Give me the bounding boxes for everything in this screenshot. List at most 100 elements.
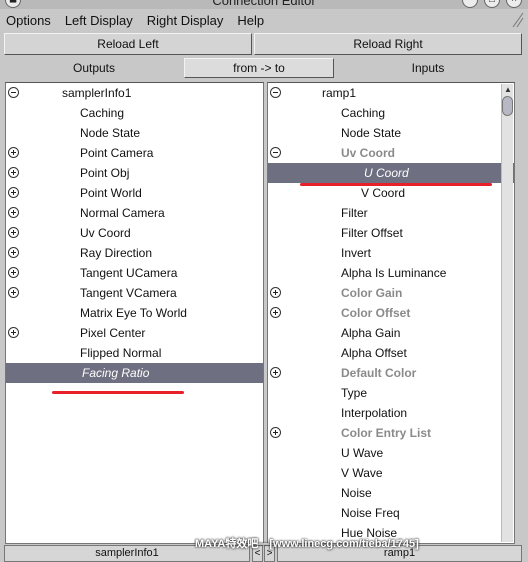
expand-icon[interactable] (270, 287, 281, 298)
right-attr-caching[interactable]: Caching (268, 103, 514, 123)
direction-toggle-button[interactable]: from -> to (184, 58, 334, 78)
reload-left-button[interactable]: Reload Left (4, 33, 252, 55)
right-attr-label: V Wave (341, 466, 383, 480)
right-attr-color-gain[interactable]: Color Gain (268, 283, 514, 303)
collapse-icon[interactable] (8, 87, 19, 98)
right-attr-label: Color Offset (341, 306, 411, 320)
right-attr-label: Color Entry List (341, 426, 432, 440)
left-attr-node-state[interactable]: Node State (6, 123, 263, 143)
expand-icon[interactable] (8, 167, 19, 178)
right-attr-label: Invert (341, 246, 372, 260)
right-node-name: ramp1 (322, 86, 357, 100)
left-attr-flipped-normal[interactable]: Flipped Normal (6, 343, 263, 363)
left-attr-label: Node State (80, 126, 141, 140)
right-attr-filter[interactable]: Filter (268, 203, 514, 223)
right-attr-node-state[interactable]: Node State (268, 123, 514, 143)
left-attr-label: Tangent VCamera (80, 286, 177, 300)
right-attr-color-entry-list[interactable]: Color Entry List (268, 423, 514, 443)
right-attr-label: Default Color (341, 366, 417, 380)
left-attr-ray-direction[interactable]: Ray Direction (6, 243, 263, 263)
left-attr-caching[interactable]: Caching (6, 103, 263, 123)
expand-icon[interactable] (8, 287, 19, 298)
right-attr-interpolation[interactable]: Interpolation (268, 403, 514, 423)
left-attr-uv-coord[interactable]: Uv Coord (6, 223, 263, 243)
menu-options[interactable]: Options (6, 13, 51, 28)
left-attr-label: Uv Coord (80, 226, 131, 240)
expand-icon[interactable] (8, 327, 19, 338)
left-attr-label: Caching (80, 106, 125, 120)
right-attr-label: V Coord (361, 186, 406, 200)
expand-icon[interactable] (8, 187, 19, 198)
reload-button-row: Reload Left Reload Right (4, 33, 522, 55)
expand-icon[interactable] (8, 227, 19, 238)
expand-icon[interactable] (8, 247, 19, 258)
right-node-row[interactable]: ramp1 (268, 83, 514, 103)
reload-right-button[interactable]: Reload Right (254, 33, 522, 55)
menu-left-display[interactable]: Left Display (65, 13, 133, 28)
right-attr-u-wave[interactable]: U Wave (268, 443, 514, 463)
expand-icon[interactable] (270, 427, 281, 438)
left-attr-label: Ray Direction (80, 246, 153, 260)
right-attr-label: Type (341, 386, 368, 400)
inputs-list[interactable]: ramp1 Caching Node State Uv Coord U Coord V … (267, 82, 515, 544)
scroll-up-arrow-icon[interactable]: ▲ (502, 84, 514, 96)
collapse-icon[interactable] (270, 87, 281, 98)
right-attr-type[interactable]: Type (268, 383, 514, 403)
right-attr-label: Interpolation (341, 406, 408, 420)
left-attr-label: Facing Ratio (82, 366, 150, 380)
left-attr-label: Flipped Normal (80, 346, 162, 360)
left-attr-normal-camera[interactable]: Normal Camera (6, 203, 263, 223)
left-attr-point-world[interactable]: Point World (6, 183, 263, 203)
left-attr-point-camera[interactable]: Point Camera (6, 143, 263, 163)
right-attr-noise-freq[interactable]: Noise Freq (268, 503, 514, 523)
right-attr-label: Alpha Offset (341, 346, 407, 360)
right-attr-v-coord[interactable]: V Coord (268, 183, 514, 203)
right-attr-u-coord[interactable]: U Coord (268, 163, 514, 183)
annotation-underline-facing-ratio (52, 391, 184, 394)
left-attr-facing-ratio[interactable]: Facing Ratio (6, 363, 263, 383)
menu-right-display[interactable]: Right Display (147, 13, 224, 28)
left-attr-label: Pixel Center (80, 326, 146, 340)
left-attr-label: Matrix Eye To World (80, 306, 187, 320)
right-attr-default-color[interactable]: Default Color (268, 363, 514, 383)
outputs-header: Outputs (72, 61, 116, 75)
right-attr-alpha-offset[interactable]: Alpha Offset (268, 343, 514, 363)
left-attr-matrix-eye-to-world[interactable]: Matrix Eye To World (6, 303, 263, 323)
expand-icon[interactable] (8, 267, 19, 278)
expand-icon[interactable] (8, 207, 19, 218)
scroll-thumb[interactable] (502, 96, 513, 116)
watermark-text: MAYA特效吧—[www.linecg.com/tieba/1745] (195, 538, 419, 550)
left-attr-point-obj[interactable]: Point Obj (6, 163, 263, 183)
inputs-scrollbar[interactable]: ▲ (501, 84, 513, 542)
expand-icon[interactable] (270, 367, 281, 378)
right-attr-filter-offset[interactable]: Filter Offset (268, 223, 514, 243)
right-attr-label: Noise (341, 486, 372, 500)
left-attr-label: Point Camera (80, 146, 154, 160)
title-bar: Connection Editor ◼ – □ × (0, 0, 528, 9)
left-node-row[interactable]: samplerInfo1 (6, 83, 263, 103)
right-attr-v-wave[interactable]: V Wave (268, 463, 514, 483)
left-attr-label: Tangent UCamera (80, 266, 178, 280)
right-attr-alpha-is-luminance[interactable]: Alpha Is Luminance (268, 263, 514, 283)
right-attr-noise[interactable]: Noise (268, 483, 514, 503)
right-attr-label: U Coord (364, 166, 409, 180)
menu-help[interactable]: Help (237, 13, 264, 28)
left-attr-pixel-center[interactable]: Pixel Center (6, 323, 263, 343)
expand-icon[interactable] (270, 307, 281, 318)
window-title: Connection Editor (212, 0, 316, 8)
outputs-list[interactable]: samplerInfo1 Caching Node State Point Came… (5, 82, 264, 544)
right-attr-label: Alpha Gain (341, 326, 401, 340)
left-attr-tangent-ucamera[interactable]: Tangent UCamera (6, 263, 263, 283)
collapse-icon[interactable] (270, 147, 281, 158)
column-header-row: Outputs from -> to Inputs (4, 57, 522, 79)
right-attr-color-offset[interactable]: Color Offset (268, 303, 514, 323)
left-attr-tangent-vcamera[interactable]: Tangent VCamera (6, 283, 263, 303)
right-attr-alpha-gain[interactable]: Alpha Gain (268, 323, 514, 343)
left-attr-label: Point Obj (80, 166, 130, 180)
right-attr-uv-coord[interactable]: Uv Coord (268, 143, 514, 163)
tear-off-grip-icon[interactable] (511, 11, 525, 29)
right-attr-invert[interactable]: Invert (268, 243, 514, 263)
right-attr-label: Caching (341, 106, 386, 120)
left-attr-label: Normal Camera (80, 206, 165, 220)
expand-icon[interactable] (8, 147, 19, 158)
